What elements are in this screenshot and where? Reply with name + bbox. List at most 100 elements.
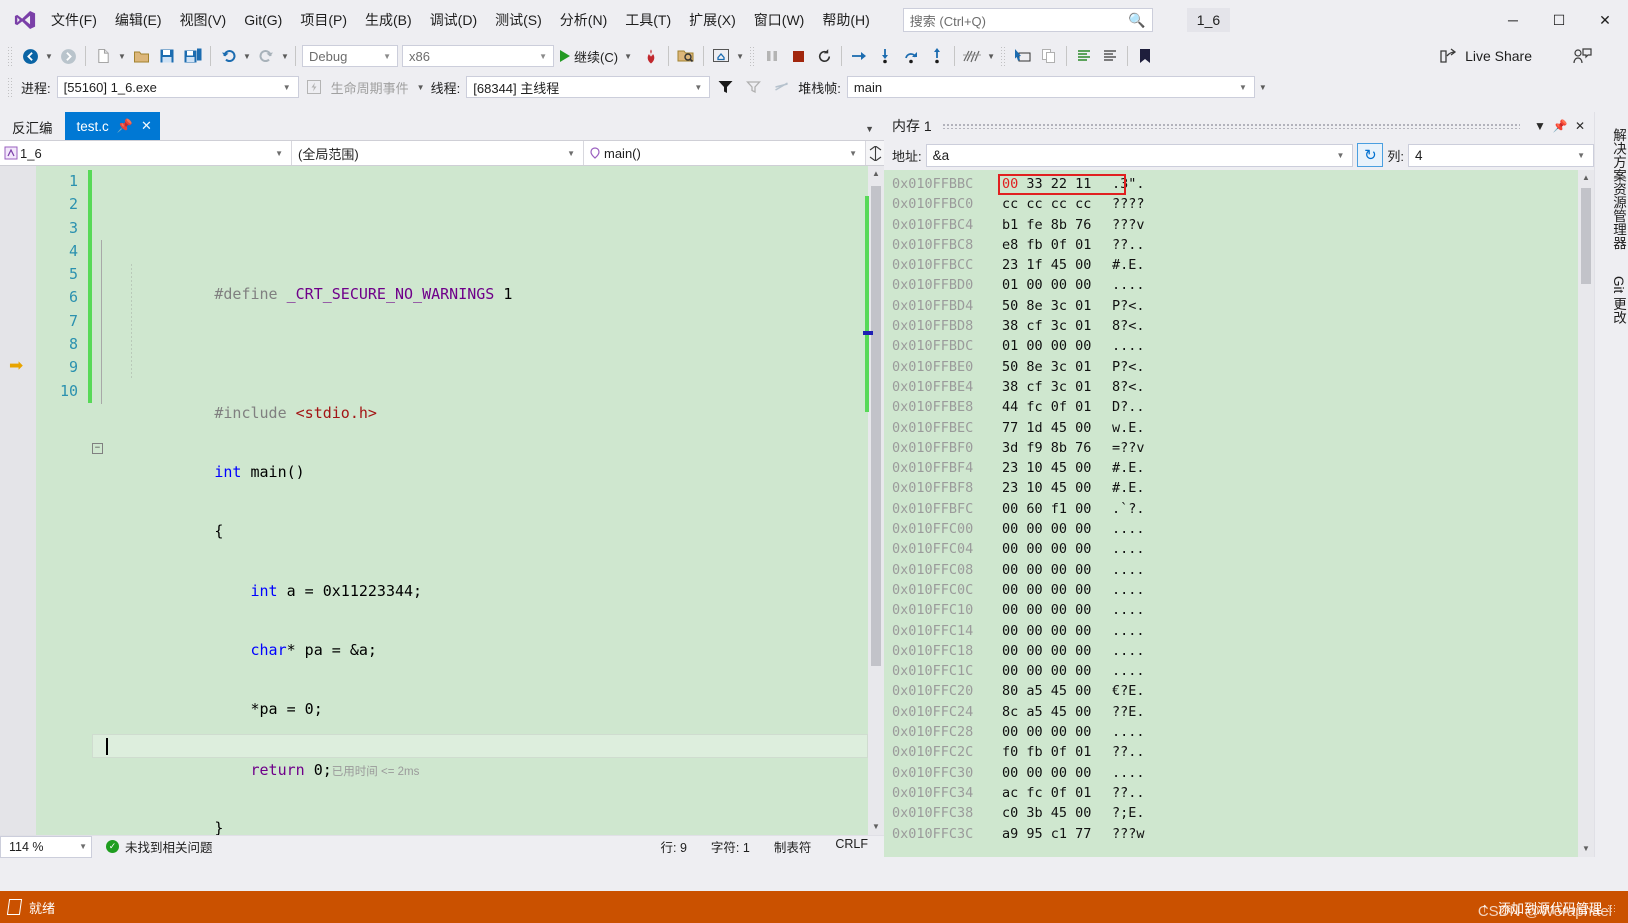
- code-line-9-current[interactable]: return 0;已用时间 <= 2ms: [92, 734, 868, 779]
- memory-row-bytes[interactable]: 01 00 00 00: [1002, 336, 1112, 356]
- zoom-level-dropdown[interactable]: 114 % ▼: [0, 835, 92, 858]
- memory-row-bytes[interactable]: e8 fb 0f 01: [1002, 235, 1112, 255]
- memory-row-bytes[interactable]: b1 fe 8b 76: [1002, 215, 1112, 235]
- memory-row-bytes[interactable]: 00 00 00 00: [1002, 621, 1112, 641]
- menu-item-tools[interactable]: 工具(T): [616, 6, 680, 34]
- chevron-down-icon[interactable]: ▼: [1330, 151, 1350, 160]
- scroll-up-icon[interactable]: ▲: [1578, 170, 1594, 186]
- memory-row[interactable]: 0x010FFC10 00 00 00 00....: [884, 600, 1594, 620]
- memory-row[interactable]: 0x010FFC14 00 00 00 00....: [884, 621, 1594, 641]
- memory-row[interactable]: 0x010FFBE8 44 fc 0f 01 D?..: [884, 397, 1594, 417]
- memory-row[interactable]: 0x010FFBF4 23 10 45 00 #.E.: [884, 458, 1594, 478]
- memory-row-bytes[interactable]: 00 00 00 00: [1002, 661, 1112, 681]
- memory-row-bytes[interactable]: 8c a5 45 00: [1002, 702, 1112, 722]
- menu-item-window[interactable]: 窗口(W): [745, 6, 814, 34]
- memory-row-bytes[interactable]: a9 95 c1 77: [1002, 824, 1112, 844]
- memory-row[interactable]: 0x010FFC00 00 00 00 00....: [884, 519, 1594, 539]
- memory-row[interactable]: 0x010FFBF0 3d f9 8b 76 =??v: [884, 438, 1594, 458]
- navigate-back-icon[interactable]: [17, 43, 43, 69]
- step-over-icon[interactable]: [898, 43, 924, 69]
- memory-row[interactable]: 0x010FFBDC 01 00 00 00....: [884, 336, 1594, 356]
- step-out-icon[interactable]: [924, 43, 950, 69]
- resize-grip[interactable]: [1607, 903, 1617, 914]
- code-line-2[interactable]: [92, 319, 868, 342]
- memory-row[interactable]: 0x010FFC18 00 00 00 00....: [884, 641, 1594, 661]
- menu-item-debug[interactable]: 调试(D): [421, 6, 486, 34]
- memory-row[interactable]: 0x010FFBFC 00 60 f1 00 .`?.: [884, 499, 1594, 519]
- memory-row[interactable]: 0x010FFC30 00 00 00 00....: [884, 763, 1594, 783]
- memory-row-bytes[interactable]: 50 8e 3c 01: [1002, 296, 1112, 316]
- memory-row-bytes[interactable]: 00 00 00 00: [1002, 722, 1112, 742]
- memory-vertical-scrollbar[interactable]: ▲ ▼: [1578, 170, 1594, 857]
- undo-dropdown-icon[interactable]: ▼: [241, 52, 253, 61]
- navbar-scope-dropdown[interactable]: (全局范围) ▼: [292, 141, 584, 165]
- memory-content[interactable]: 0x010FFBBC 00 33 22 11.3". 0x010FFBC0 cc cc…: [884, 170, 1594, 857]
- live-share-button[interactable]: Live Share: [1440, 40, 1532, 72]
- memory-row[interactable]: 0x010FFC08 00 00 00 00....: [884, 560, 1594, 580]
- menu-item-edit[interactable]: 编辑(E): [106, 6, 171, 34]
- memory-row-bytes[interactable]: c0 3b 45 00: [1002, 803, 1112, 823]
- undo-icon[interactable]: [215, 43, 241, 69]
- scroll-down-icon[interactable]: ▼: [1578, 841, 1594, 857]
- memory-row-bytes[interactable]: cc cc cc cc: [1002, 194, 1112, 214]
- menu-item-build[interactable]: 生成(B): [356, 6, 421, 34]
- stop-debugging-icon[interactable]: [785, 43, 811, 69]
- memory-row-bytes[interactable]: 00 00 00 00: [1002, 580, 1112, 600]
- code-line-4[interactable]: − int main(): [92, 438, 868, 481]
- send-feedback-icon[interactable]: [1573, 40, 1592, 72]
- scroll-up-icon[interactable]: ▲: [868, 166, 884, 182]
- memory-row[interactable]: 0x010FFC0C 00 00 00 00....: [884, 580, 1594, 600]
- memory-row[interactable]: 0x010FFBD8 38 cf 3c 01 8?<.: [884, 316, 1594, 336]
- memory-row-bytes[interactable]: 01 00 00 00: [1002, 275, 1112, 295]
- tab-test-c[interactable]: test.c 📌 ✕: [64, 112, 160, 140]
- tab-overflow-icon[interactable]: ▼: [865, 124, 874, 134]
- memory-row-bytes[interactable]: 50 8e 3c 01: [1002, 357, 1112, 377]
- code-line-3[interactable]: #include <stdio.h>: [92, 379, 868, 422]
- memory-row[interactable]: 0x010FFBD4 50 8e 3c 01 P?<.: [884, 296, 1594, 316]
- toolbar-grip[interactable]: [7, 77, 14, 97]
- memory-row-bytes[interactable]: f0 fb 0f 01: [1002, 742, 1112, 762]
- menu-item-help[interactable]: 帮助(H): [813, 6, 878, 34]
- memory-row-bytes[interactable]: 38 cf 3c 01: [1002, 377, 1112, 397]
- sidebar-tab-git-changes[interactable]: Git 更改: [1595, 266, 1628, 334]
- editor-vertical-scrollbar[interactable]: ▲ ▼: [863, 166, 884, 835]
- tab-disassembly[interactable]: 反汇编: [0, 114, 65, 140]
- memory-row-bytes[interactable]: 80 a5 45 00: [1002, 681, 1112, 701]
- minimize-button[interactable]: ─: [1490, 0, 1536, 40]
- process-dropdown[interactable]: [55160] 1_6.exe ▼: [56, 76, 299, 98]
- menu-item-view[interactable]: 视图(V): [171, 6, 236, 34]
- memory-row-bytes[interactable]: ac fc 0f 01: [1002, 783, 1112, 803]
- split-editor-icon[interactable]: [866, 145, 884, 161]
- collapse-region-icon[interactable]: −: [92, 442, 103, 454]
- uncomment-block-icon[interactable]: [1097, 43, 1123, 69]
- memory-row[interactable]: 0x010FFBC0 cc cc cc cc????: [884, 194, 1594, 214]
- hot-reload-icon[interactable]: [638, 43, 664, 69]
- show-start-window-icon[interactable]: [708, 43, 734, 69]
- refresh-icon[interactable]: ↻: [1357, 143, 1384, 167]
- diagnostic-tools-icon[interactable]: [959, 43, 985, 69]
- memory-row[interactable]: 0x010FFC24 8c a5 45 00 ??E.: [884, 702, 1594, 722]
- code-line-10[interactable]: }: [92, 794, 868, 835]
- filter-icon[interactable]: [712, 74, 738, 100]
- memory-row-bytes[interactable]: 00 00 00 00: [1002, 641, 1112, 661]
- thread-dropdown[interactable]: [68344] 主线程 ▼: [466, 76, 711, 98]
- navbar-member-dropdown[interactable]: main() ▼: [584, 141, 866, 165]
- chevron-down-icon[interactable]: ▼: [734, 52, 746, 61]
- memory-address-input[interactable]: &a ▼: [925, 143, 1354, 167]
- window-menu-icon[interactable]: ▼: [1530, 119, 1550, 133]
- drag-handle[interactable]: [941, 123, 1520, 129]
- memory-row-bytes[interactable]: 00 00 00 00: [1002, 763, 1112, 783]
- bookmark-icon[interactable]: [1132, 43, 1158, 69]
- chevron-down-icon[interactable]: ▼: [622, 52, 634, 61]
- restart-icon[interactable]: [811, 43, 837, 69]
- attach-to-process-icon[interactable]: [673, 43, 699, 69]
- save-all-icon[interactable]: [180, 43, 206, 69]
- code-text-area[interactable]: #define _CRT_SECURE_NO_WARNINGS 1 #inclu…: [92, 166, 868, 835]
- toolbar-grip[interactable]: [7, 46, 14, 66]
- continue-button[interactable]: 继续(C) ▼: [556, 47, 638, 66]
- close-window-icon[interactable]: ✕: [1570, 119, 1590, 133]
- menu-item-file[interactable]: 文件(F): [42, 6, 106, 34]
- stack-frame-dropdown[interactable]: main ▼: [846, 76, 1255, 98]
- memory-row-bytes[interactable]: 3d f9 8b 76: [1002, 438, 1112, 458]
- menu-item-git[interactable]: Git(G): [235, 6, 291, 34]
